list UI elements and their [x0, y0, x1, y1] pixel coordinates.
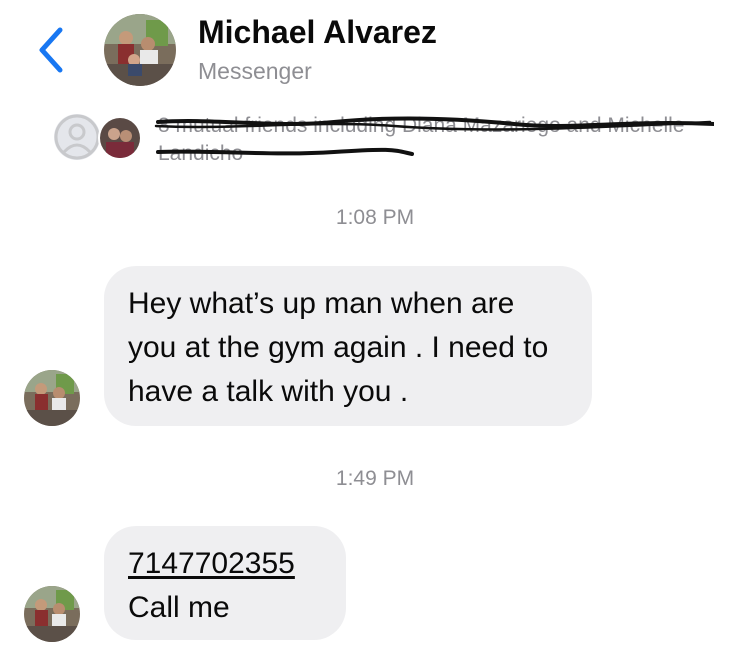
mutual-friend-avatar: [98, 116, 142, 160]
mutual-friends-text: 8 mutual friends including Diana Mazarie…: [158, 114, 685, 165]
contact-avatar[interactable]: [104, 14, 176, 86]
chevron-left-icon: [39, 27, 63, 73]
message-timestamp: 1:49 PM: [335, 467, 415, 490]
message-bubble[interactable]: Hey what’s up man when are you at the gy…: [104, 266, 592, 426]
message-text: Hey what’s up man when are you at the gy…: [128, 287, 549, 408]
sender-avatar[interactable]: [24, 370, 80, 426]
chat-header: Michael Alvarez Messenger: [0, 0, 750, 100]
chat-screen: Michael Alvarez Messenger 8 mutual frien…: [0, 0, 750, 666]
mutual-friends[interactable]: 8 mutual friends including Diana Mazarie…: [54, 112, 734, 168]
contact-subtitle: Messenger: [198, 58, 312, 84]
sender-avatar[interactable]: [24, 586, 80, 642]
contact-name[interactable]: Michael Alvarez: [198, 14, 437, 51]
message-timestamp: 1:08 PM: [335, 206, 415, 229]
default-avatar-icon: [54, 114, 100, 160]
back-button[interactable]: [28, 24, 72, 76]
avatar-photo: [104, 14, 176, 86]
message-text: Call me: [128, 591, 230, 624]
phone-number-link[interactable]: 7147702355: [128, 542, 322, 586]
message-bubble[interactable]: 7147702355 Call me: [104, 526, 346, 640]
